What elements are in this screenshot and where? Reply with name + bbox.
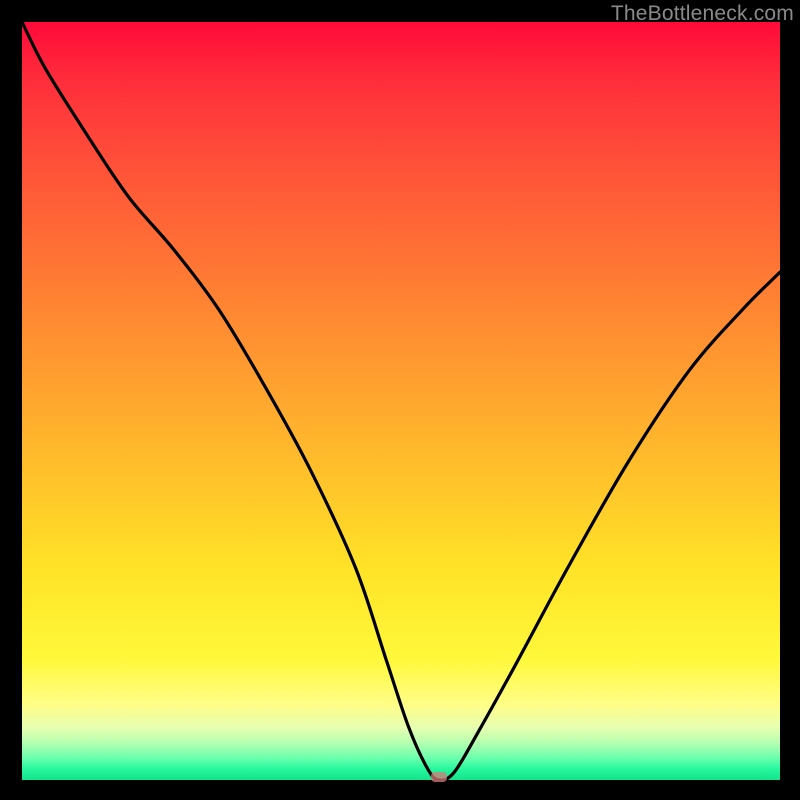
bottleneck-curve [22, 22, 780, 780]
plot-area [22, 22, 780, 780]
minimum-marker [431, 772, 447, 782]
chart-frame: TheBottleneck.com [0, 0, 800, 800]
